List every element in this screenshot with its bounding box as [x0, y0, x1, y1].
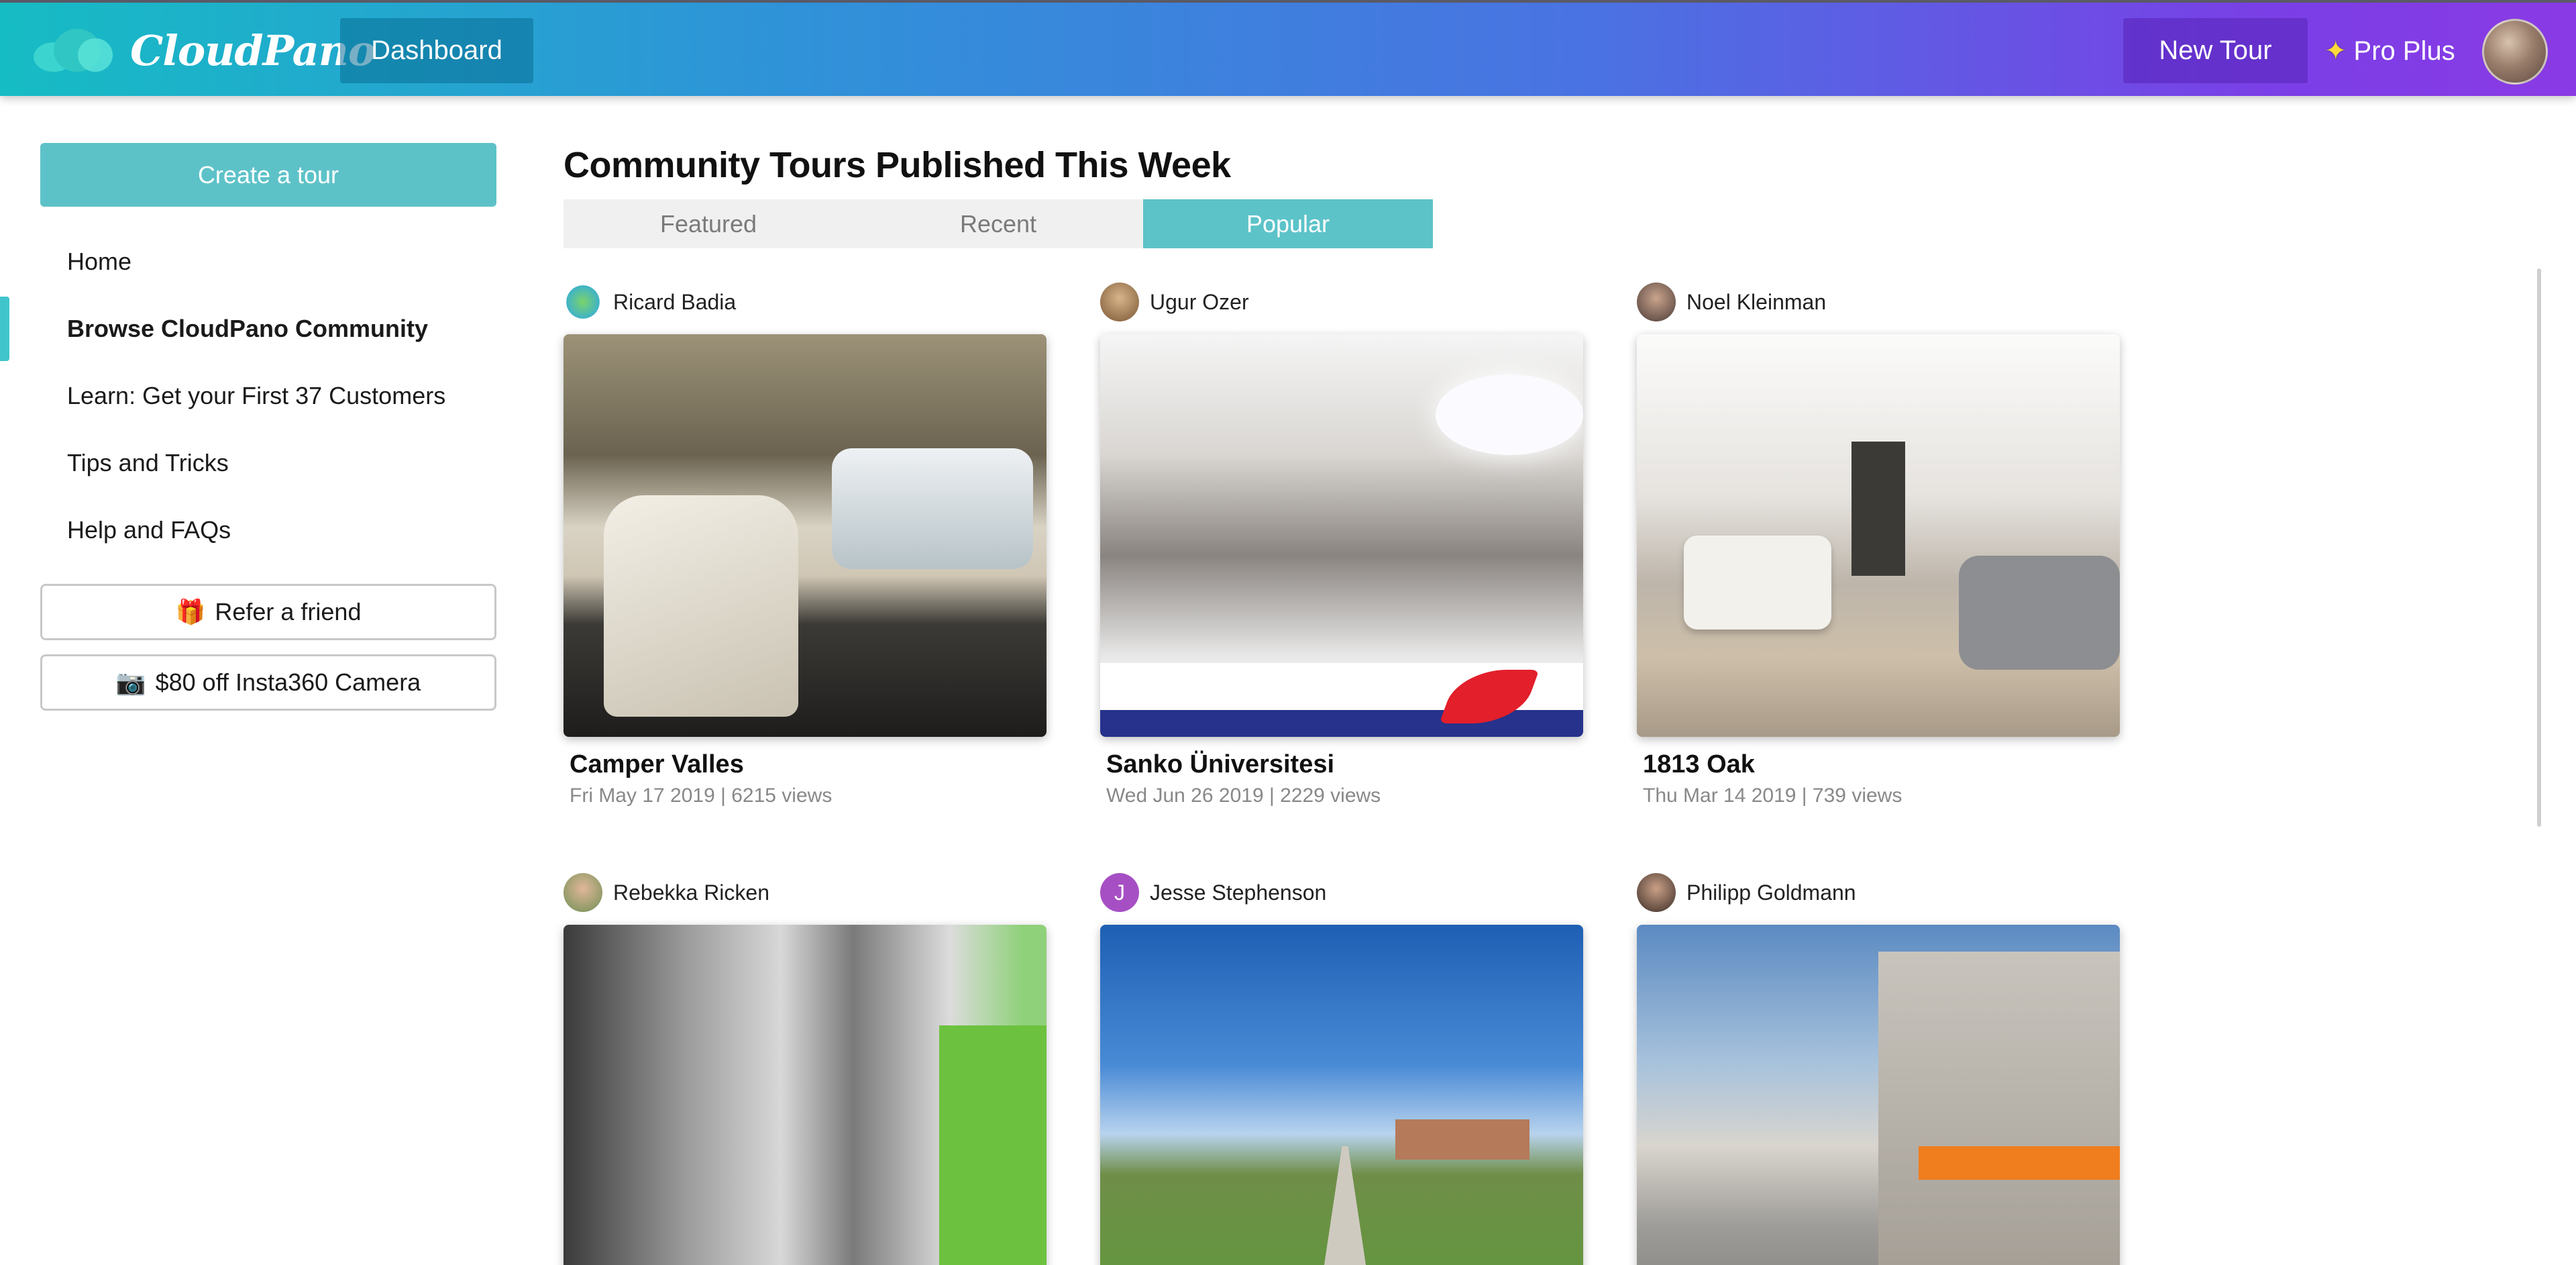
tour-card[interactable]: Noel Kleinman 1813 Oak Thu Mar 14 2019 |…	[1637, 282, 2120, 807]
tour-author[interactable]: Philipp Goldmann	[1637, 872, 2120, 913]
tab-popular[interactable]: Popular	[1143, 199, 1433, 248]
tour-thumbnail[interactable]	[1100, 334, 1583, 737]
cloud-logo-icon	[34, 23, 114, 77]
sidebar-item-learn[interactable]: Learn: Get your First 37 Customers	[0, 362, 523, 429]
insta-label: $80 off Insta360 Camera	[155, 668, 421, 696]
author-name: Rebekka Ricken	[613, 880, 769, 905]
camera-icon: 📷	[115, 668, 146, 696]
tour-thumbnail[interactable]	[1637, 925, 2120, 1265]
sidebar-nav: Home Browse CloudPano Community Learn: G…	[0, 228, 523, 564]
tour-title[interactable]: Camper Valles	[564, 750, 1046, 779]
author-name: Philipp Goldmann	[1686, 880, 1856, 905]
tour-card[interactable]: Philipp Goldmann	[1637, 872, 2120, 1265]
author-avatar	[564, 283, 602, 321]
sidebar-item-browse-community[interactable]: Browse CloudPano Community	[0, 295, 523, 362]
tour-card[interactable]: J Jesse Stephenson	[1100, 872, 1583, 1265]
top-navigation-bar: CloudPano Dashboard New Tour ✦ Pro Plus	[0, 0, 2576, 96]
tour-meta: Wed Jun 26 2019 | 2229 views	[1106, 785, 1381, 807]
tour-author[interactable]: Noel Kleinman	[1637, 282, 2120, 322]
tour-author[interactable]: Rebekka Ricken	[564, 872, 1046, 913]
scrollbar[interactable]	[2537, 268, 2541, 827]
tour-thumbnail[interactable]	[564, 334, 1046, 737]
tour-card[interactable]: Ugur Ozer Sanko Üniversitesi Wed Jun 26 …	[1100, 282, 1583, 807]
page-title: Community Tours Published This Week	[564, 145, 1231, 185]
gift-icon: 🎁	[175, 598, 206, 625]
tour-title[interactable]: 1813 Oak	[1637, 750, 2120, 779]
author-avatar: J	[1100, 873, 1139, 912]
tab-featured[interactable]: Featured	[564, 199, 853, 248]
tour-title[interactable]: Sanko Üniversitesi	[1100, 750, 1583, 779]
logo-text: CloudPano	[130, 26, 376, 75]
author-avatar	[1100, 283, 1139, 321]
refer-label: Refer a friend	[215, 598, 362, 625]
cloudpano-logo[interactable]: CloudPano	[34, 20, 376, 81]
sidebar-item-tips[interactable]: Tips and Tricks	[0, 429, 523, 497]
sidebar-item-home[interactable]: Home	[0, 228, 523, 295]
tour-filter-tabs: Featured Recent Popular	[564, 199, 1433, 248]
plan-label: Pro Plus	[2353, 36, 2455, 66]
tour-meta: Thu Mar 14 2019 | 739 views	[1643, 785, 1902, 807]
tour-author[interactable]: Ricard Badia	[564, 282, 1046, 322]
tour-thumbnail[interactable]	[1637, 334, 2120, 737]
tour-author[interactable]: J Jesse Stephenson	[1100, 872, 1583, 913]
create-tour-button[interactable]: Create a tour	[40, 143, 496, 207]
plan-badge[interactable]: ✦ Pro Plus	[2324, 31, 2455, 71]
tour-author[interactable]: Ugur Ozer	[1100, 282, 1583, 322]
author-avatar	[1637, 873, 1676, 912]
insta360-offer-button[interactable]: 📷 $80 off Insta360 Camera	[40, 654, 496, 711]
author-avatar	[564, 873, 602, 912]
tour-meta: Fri May 17 2019 | 6215 views	[570, 785, 833, 807]
author-name: Ugur Ozer	[1150, 289, 1249, 314]
tour-card[interactable]: Rebekka Ricken	[564, 872, 1046, 1265]
sparkle-star-icon: ✦	[2324, 36, 2347, 66]
user-avatar[interactable]	[2482, 19, 2548, 85]
author-avatar	[1637, 283, 1676, 321]
author-name: Ricard Badia	[613, 289, 737, 314]
dashboard-button[interactable]: Dashboard	[340, 18, 533, 83]
author-name: Noel Kleinman	[1686, 289, 1827, 314]
tour-thumbnail[interactable]	[1100, 925, 1583, 1265]
author-name: Jesse Stephenson	[1150, 880, 1327, 905]
refer-friend-button[interactable]: 🎁 Refer a friend	[40, 584, 496, 640]
new-tour-button[interactable]: New Tour	[2123, 18, 2308, 83]
tab-recent[interactable]: Recent	[853, 199, 1143, 248]
sidebar-item-help[interactable]: Help and FAQs	[0, 497, 523, 564]
tour-card[interactable]: Ricard Badia Camper Valles Fri May 17 20…	[564, 282, 1046, 807]
tour-thumbnail[interactable]	[564, 925, 1046, 1265]
